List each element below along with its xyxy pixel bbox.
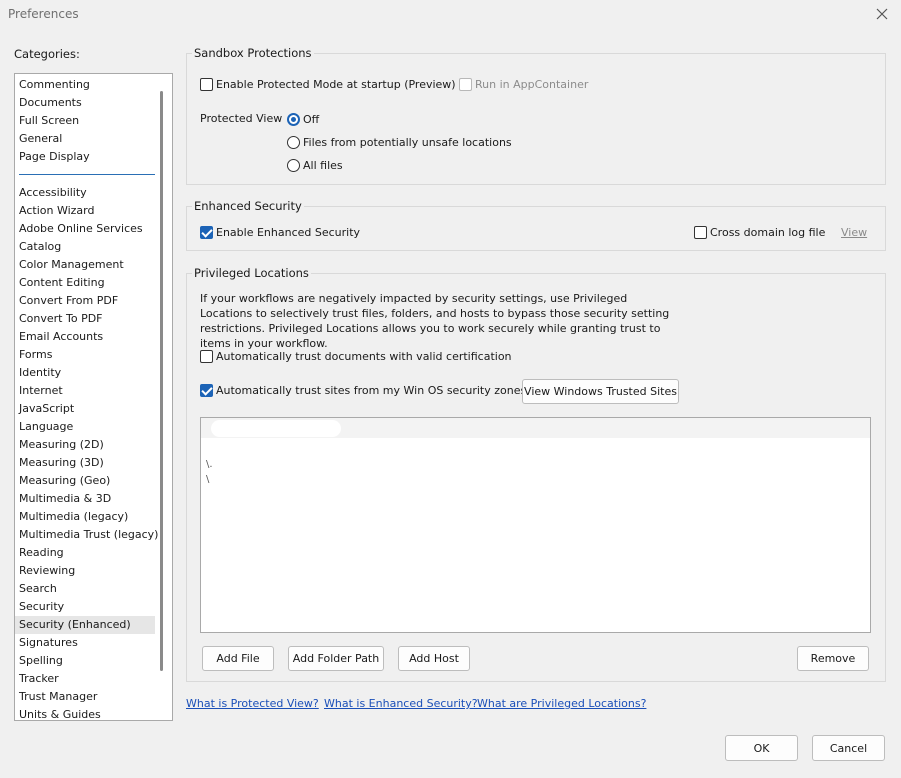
category-item-security-enhanced[interactable]: Security (Enhanced) [15,616,155,634]
category-item-reviewing[interactable]: Reviewing [15,562,155,580]
remove-button[interactable]: Remove [797,646,869,671]
pv-off-label[interactable]: Off [303,113,319,126]
category-item-commenting[interactable]: Commenting [15,76,155,94]
category-item-signatures[interactable]: Signatures [15,634,155,652]
pv-all-radio[interactable] [287,159,300,172]
category-item-color-management[interactable]: Color Management [15,256,155,274]
add-host-button[interactable]: Add Host [398,646,470,671]
auto-trust-cert-checkbox[interactable] [200,350,213,363]
protected-mode-checkbox[interactable] [200,78,213,91]
category-item-security[interactable]: Security [15,598,155,616]
list-item[interactable]: \ [206,474,209,485]
category-item-tracker[interactable]: Tracker [15,670,155,688]
list-header-field [211,420,341,437]
close-button[interactable] [871,4,893,24]
sandbox-protections-legend: Sandbox Protections [192,46,314,60]
category-item-units-guides[interactable]: Units & Guides [15,706,155,720]
list-item[interactable]: \. [206,459,213,470]
view-windows-trusted-sites-button[interactable]: View Windows Trusted Sites [522,379,679,404]
protected-view-label: Protected View [200,112,283,125]
category-item-email-accounts[interactable]: Email Accounts [15,328,155,346]
category-item-trust-manager[interactable]: Trust Manager [15,688,155,706]
category-item-convert-from-pdf[interactable]: Convert From PDF [15,292,155,310]
category-item-forms[interactable]: Forms [15,346,155,364]
category-item-content-editing[interactable]: Content Editing [15,274,155,292]
categories-list[interactable]: Commenting Documents Full Screen General… [14,73,173,721]
what-is-protected-view-link[interactable]: What is Protected View? [186,697,319,710]
appcontainer-checkbox[interactable] [459,78,472,91]
auto-trust-sites-label[interactable]: Automatically trust sites from my Win OS… [216,384,526,397]
categories-label: Categories: [14,47,80,61]
pv-unsafe-radio[interactable] [287,136,300,149]
category-item-convert-to-pdf[interactable]: Convert To PDF [15,310,155,328]
category-item-javascript[interactable]: JavaScript [15,400,155,418]
category-item-full-screen[interactable]: Full Screen [15,112,155,130]
pv-unsafe-label[interactable]: Files from potentially unsafe locations [303,136,512,149]
category-item-accessibility[interactable]: Accessibility [15,184,155,202]
category-item-general[interactable]: General [15,130,155,148]
cross-domain-view-link[interactable]: View [841,226,867,239]
protected-mode-label[interactable]: Enable Protected Mode at startup (Previe… [216,78,456,91]
enhanced-security-legend: Enhanced Security [192,199,304,213]
cross-domain-label[interactable]: Cross domain log file [710,226,825,239]
category-item-page-display[interactable]: Page Display [15,148,155,166]
auto-trust-sites-checkbox[interactable] [200,384,213,397]
category-item-internet[interactable]: Internet [15,382,155,400]
privileged-description: If your workflows are negatively impacte… [200,292,670,350]
category-item-adobe-online-services[interactable]: Adobe Online Services [15,220,155,238]
privileged-locations-legend: Privileged Locations [192,266,311,280]
add-folder-path-button[interactable]: Add Folder Path [288,646,384,671]
category-item-measuring-geo[interactable]: Measuring (Geo) [15,472,155,490]
category-item-catalog[interactable]: Catalog [15,238,155,256]
ok-button[interactable]: OK [725,735,798,761]
category-item-multimedia-trust-legacy[interactable]: Multimedia Trust (legacy) [15,526,158,544]
auto-trust-cert-label[interactable]: Automatically trust documents with valid… [216,350,512,363]
privileged-locations-list[interactable]: \. \ [200,417,871,633]
cancel-button[interactable]: Cancel [812,735,885,761]
category-item-measuring-3d[interactable]: Measuring (3D) [15,454,155,472]
category-item-measuring-2d[interactable]: Measuring (2D) [15,436,155,454]
category-item-documents[interactable]: Documents [15,94,155,112]
what-is-enhanced-security-link[interactable]: What is Enhanced Security? [324,697,478,710]
enable-enhanced-security-checkbox[interactable] [200,226,213,239]
close-icon [876,8,888,20]
category-item-language[interactable]: Language [15,418,155,436]
cross-domain-checkbox[interactable] [694,226,707,239]
category-item-reading[interactable]: Reading [15,544,155,562]
category-item-spelling[interactable]: Spelling [15,652,155,670]
title-bar: Preferences [0,0,901,30]
categories-scrollbar[interactable] [160,91,163,671]
category-item-multimedia-3d[interactable]: Multimedia & 3D [15,490,155,508]
what-are-privileged-locations-link[interactable]: What are Privileged Locations? [477,697,646,710]
enable-enhanced-security-label[interactable]: Enable Enhanced Security [216,226,360,239]
category-separator [19,174,155,175]
window-title: Preferences [8,7,79,21]
category-item-action-wizard[interactable]: Action Wizard [15,202,155,220]
category-item-search[interactable]: Search [15,580,155,598]
appcontainer-label: Run in AppContainer [475,78,589,91]
pv-off-radio[interactable] [287,113,300,126]
pv-all-label[interactable]: All files [303,159,343,172]
category-item-multimedia-legacy[interactable]: Multimedia (legacy) [15,508,155,526]
add-file-button[interactable]: Add File [202,646,274,671]
category-item-identity[interactable]: Identity [15,364,155,382]
